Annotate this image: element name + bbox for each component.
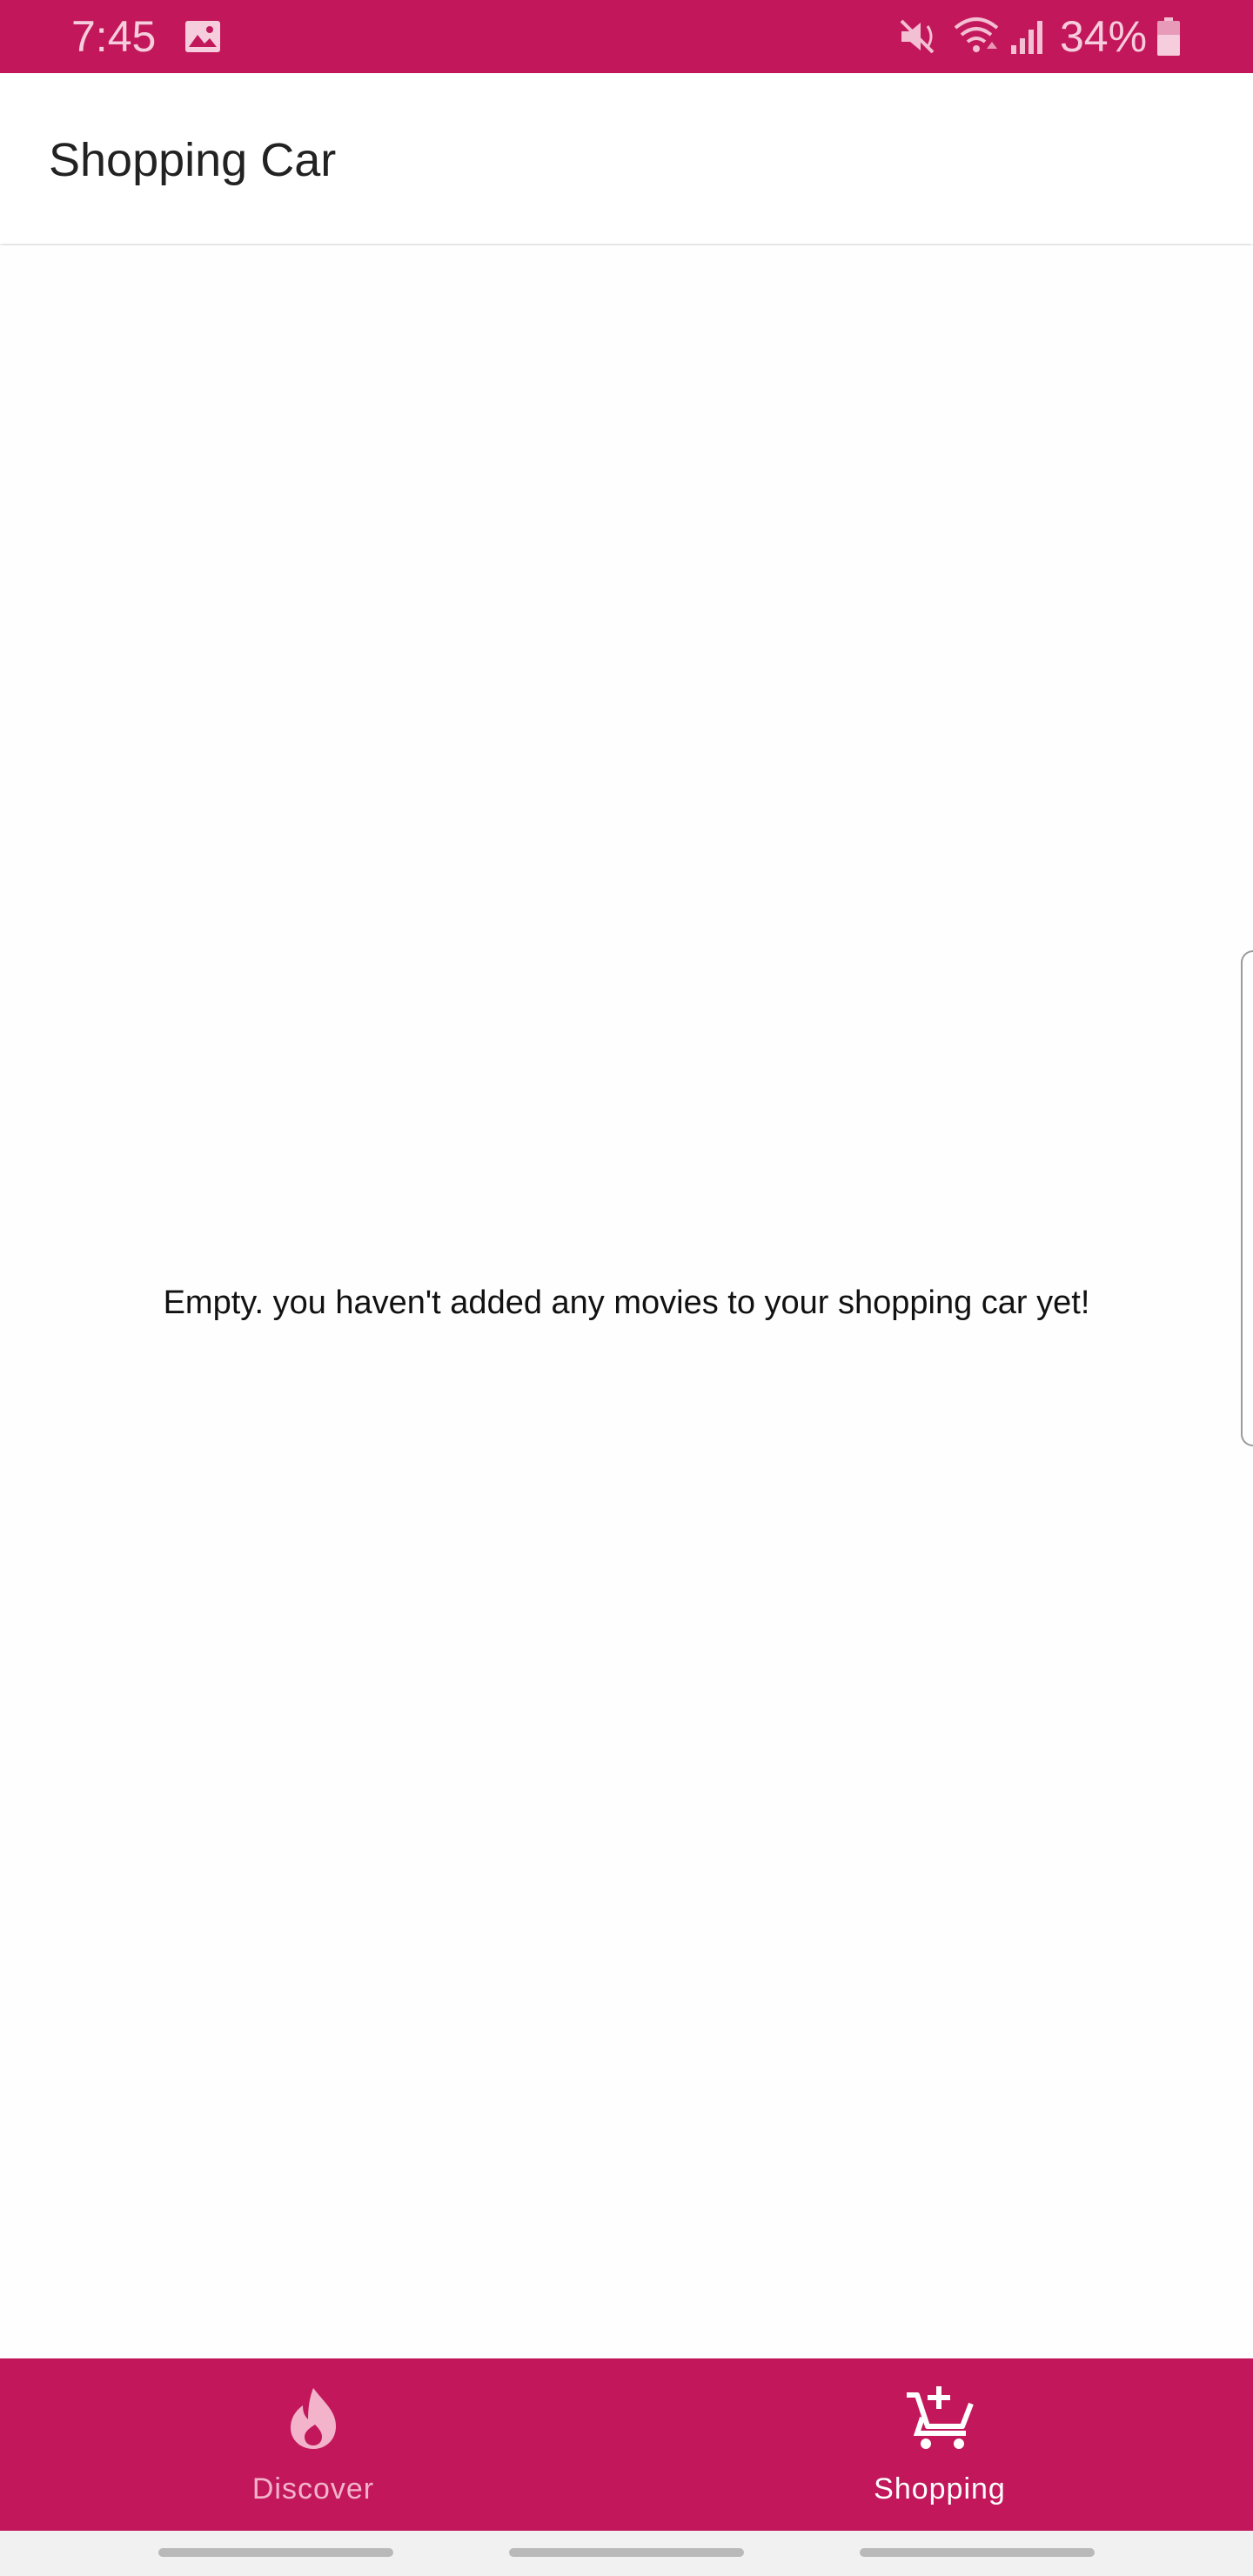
back-button[interactable]: [860, 2548, 1095, 2557]
page-title: Shopping Car: [49, 134, 337, 186]
status-time: 7:45: [71, 12, 157, 61]
image-icon: [185, 21, 220, 52]
shopping-car-content: Empty. you haven't added any movies to y…: [0, 245, 1253, 2358]
edge-panel-handle[interactable]: [1241, 950, 1253, 1446]
home-button[interactable]: [509, 2548, 744, 2557]
app-bar: Shopping Car: [0, 73, 1253, 244]
system-navigation-bar: [0, 2531, 1253, 2576]
nav-item-discover-label: Discover: [251, 2472, 375, 2506]
battery-icon: [1157, 17, 1180, 56]
bottom-navigation: Discover Shopping: [0, 2358, 1253, 2531]
flame-icon: [291, 2388, 336, 2449]
nav-item-discover[interactable]: Discover: [0, 2358, 626, 2531]
empty-state-message: Empty. you haven't added any movies to y…: [163, 1285, 1090, 1321]
recent-apps-button[interactable]: [158, 2548, 393, 2557]
add-shopping-cart-icon: [907, 2386, 974, 2449]
signal-icon: [1011, 21, 1042, 54]
wifi-icon: [954, 17, 999, 52]
battery-percentage: 34%: [1060, 12, 1148, 61]
status-bar: 7:45 34%: [0, 0, 1253, 73]
nav-item-shopping[interactable]: Shopping: [626, 2358, 1253, 2531]
screen: 7:45 34% Shopping Car Empty. you haven't…: [0, 0, 1253, 2576]
nav-item-shopping-label: Shopping: [874, 2472, 1006, 2506]
mute-icon: [900, 19, 935, 54]
